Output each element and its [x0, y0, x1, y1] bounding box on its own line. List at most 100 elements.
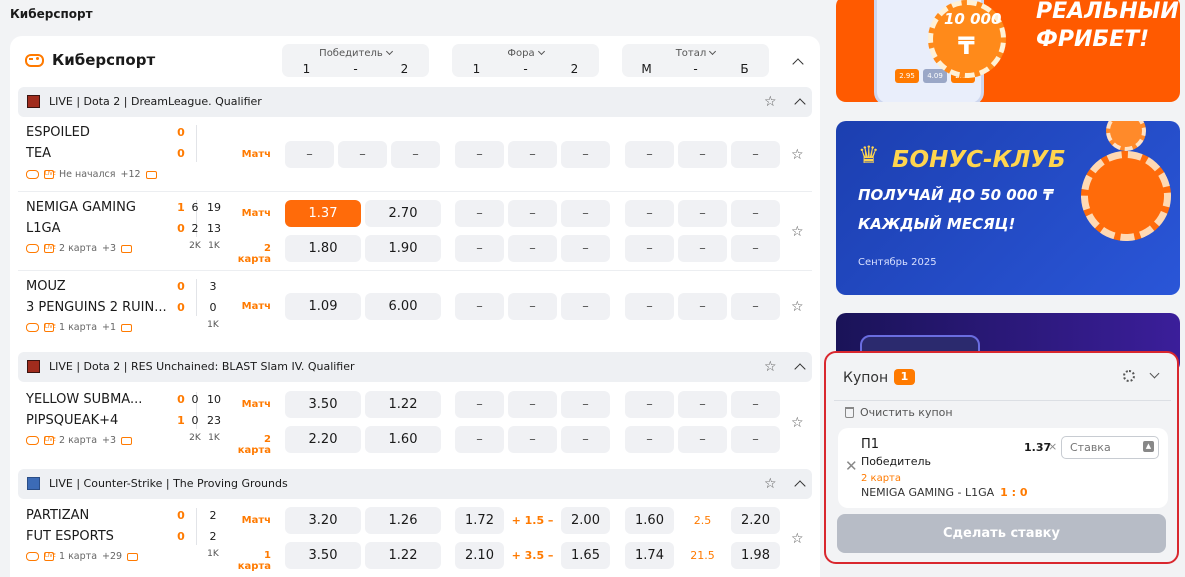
league-header[interactable]: LIVE | Dota 2 | DreamLeague. Qualifier ☆: [18, 87, 812, 117]
tv-icon[interactable]: [127, 552, 139, 561]
star-icon[interactable]: ☆: [791, 531, 804, 547]
column-title[interactable]: Победитель: [282, 47, 429, 59]
odds-button[interactable]: 1.74: [625, 542, 674, 569]
more-markets-count[interactable]: +3: [102, 435, 116, 446]
star-icon[interactable]: ☆: [791, 224, 804, 240]
odds-button[interactable]: 1.65: [561, 542, 610, 569]
odds-button[interactable]: 1.60: [625, 507, 674, 534]
team-name[interactable]: NEMIGA GAMING: [26, 200, 136, 215]
clear-coupon-button[interactable]: Очистить купон: [845, 406, 953, 419]
column-group-2[interactable]: Тотал М - Б: [622, 44, 769, 77]
column-group-1[interactable]: Фора 1 - 2: [452, 44, 599, 77]
more-markets-count[interactable]: +29: [102, 551, 122, 562]
odds-button[interactable]: 1.98: [731, 542, 780, 569]
more-markets-count[interactable]: +3: [102, 243, 116, 254]
odds-button[interactable]: –: [455, 293, 504, 320]
odds-button[interactable]: –: [455, 141, 504, 168]
odds-button[interactable]: –: [678, 235, 727, 262]
odds-button[interactable]: –: [508, 293, 557, 320]
star-icon[interactable]: ☆: [791, 415, 804, 431]
odds-button[interactable]: 2.20: [731, 507, 780, 534]
odds-button[interactable]: –: [508, 200, 557, 227]
gear-icon[interactable]: [1123, 370, 1135, 382]
odds-button[interactable]: 1.80: [285, 235, 361, 262]
odds-button[interactable]: 1.09: [285, 293, 361, 320]
team-name[interactable]: PARTIZAN: [26, 508, 89, 523]
odds-button[interactable]: –: [678, 293, 727, 320]
odds-button[interactable]: –: [561, 141, 610, 168]
more-markets-count[interactable]: +1: [102, 322, 116, 333]
odds-button[interactable]: 3.20: [285, 507, 361, 534]
star-icon[interactable]: ☆: [791, 147, 804, 163]
star-icon[interactable]: ☆: [764, 360, 777, 374]
star-icon[interactable]: ☆: [764, 95, 777, 109]
odds-button[interactable]: –: [455, 235, 504, 262]
odds-button[interactable]: –: [508, 426, 557, 453]
odds-button[interactable]: –: [731, 293, 780, 320]
odds-button[interactable]: –: [731, 200, 780, 227]
freebet-banner[interactable]: 2.954.092.19 10 000 ₸ РЕАЛЬНЫЙ ФРИБЕТ!: [836, 0, 1180, 102]
odds-button[interactable]: 1.22: [365, 391, 441, 418]
team-name[interactable]: PIPSQUEAK+4: [26, 413, 118, 428]
odds-button[interactable]: –: [561, 235, 610, 262]
odds-button[interactable]: 1.22: [365, 542, 441, 569]
place-bet-button[interactable]: Сделать ставку: [837, 514, 1166, 553]
league-header[interactable]: LIVE | Counter-Strike | The Proving Grou…: [18, 469, 812, 499]
bonus-club-banner[interactable]: ♛ БОНУС-КЛУБ ПОЛУЧАЙ ДО 50 000 ₸ КАЖДЫЙ …: [836, 121, 1180, 295]
odds-button[interactable]: –: [678, 426, 727, 453]
odds-button[interactable]: 2.70: [365, 200, 441, 227]
odds-button[interactable]: 2.10: [455, 542, 504, 569]
team-name[interactable]: FUT ESPORTS: [26, 529, 114, 544]
odds-button[interactable]: 1.60: [365, 426, 441, 453]
odds-button[interactable]: 1.26: [365, 507, 441, 534]
star-icon[interactable]: ☆: [764, 477, 777, 491]
odds-button[interactable]: 6.00: [365, 293, 441, 320]
remove-bet-icon[interactable]: ✕: [845, 457, 858, 475]
odds-button[interactable]: –: [731, 141, 780, 168]
odds-button[interactable]: –: [338, 141, 387, 168]
odds-button[interactable]: –: [678, 200, 727, 227]
team-name[interactable]: YELLOW SUBMA...: [26, 392, 142, 407]
odds-button[interactable]: 2.20: [285, 426, 361, 453]
odds-button[interactable]: –: [731, 426, 780, 453]
odds-button[interactable]: –: [391, 141, 440, 168]
odds-button[interactable]: –: [731, 235, 780, 262]
odds-button[interactable]: –: [508, 141, 557, 168]
league-header[interactable]: LIVE | Dota 2 | RES Unchained: BLAST Sla…: [18, 352, 812, 382]
odds-button[interactable]: –: [561, 293, 610, 320]
odds-button[interactable]: 3.50: [285, 542, 361, 569]
odds-button[interactable]: –: [455, 426, 504, 453]
more-markets-count[interactable]: +12: [121, 169, 141, 180]
tv-icon[interactable]: [145, 170, 157, 179]
odds-button[interactable]: –: [731, 391, 780, 418]
chevron-down-icon[interactable]: [1149, 368, 1160, 379]
odds-button[interactable]: –: [508, 235, 557, 262]
odds-button[interactable]: –: [285, 141, 334, 168]
collapse-league-icon[interactable]: [794, 98, 806, 110]
odds-button[interactable]: –: [678, 391, 727, 418]
odds-button[interactable]: –: [561, 200, 610, 227]
tv-icon[interactable]: [121, 244, 133, 253]
column-title[interactable]: Тотал: [622, 47, 769, 59]
odds-button[interactable]: –: [625, 391, 674, 418]
odds-button[interactable]: –: [625, 293, 674, 320]
collapse-all-icon[interactable]: [792, 58, 804, 70]
collapse-league-icon[interactable]: [794, 363, 806, 375]
team-name[interactable]: MOUZ: [26, 279, 66, 294]
odds-button[interactable]: –: [625, 426, 674, 453]
team-name[interactable]: L1GA: [26, 221, 60, 236]
column-group-0[interactable]: Победитель 1 - 2: [282, 44, 429, 77]
collapse-league-icon[interactable]: [794, 480, 806, 492]
odds-button[interactable]: 2.00: [561, 507, 610, 534]
team-name[interactable]: 3 PENGUINS 2 RUIN...: [26, 300, 167, 315]
team-name[interactable]: TEA: [26, 146, 51, 161]
odds-button[interactable]: 1.72: [455, 507, 504, 534]
odds-button[interactable]: –: [625, 200, 674, 227]
odds-button[interactable]: –: [561, 426, 610, 453]
tv-icon[interactable]: [121, 323, 133, 332]
close-icon[interactable]: ×: [1048, 440, 1057, 453]
tv-icon[interactable]: [121, 436, 133, 445]
odds-button[interactable]: –: [561, 391, 610, 418]
odds-button[interactable]: 1.37: [285, 200, 361, 227]
odds-button[interactable]: –: [455, 391, 504, 418]
